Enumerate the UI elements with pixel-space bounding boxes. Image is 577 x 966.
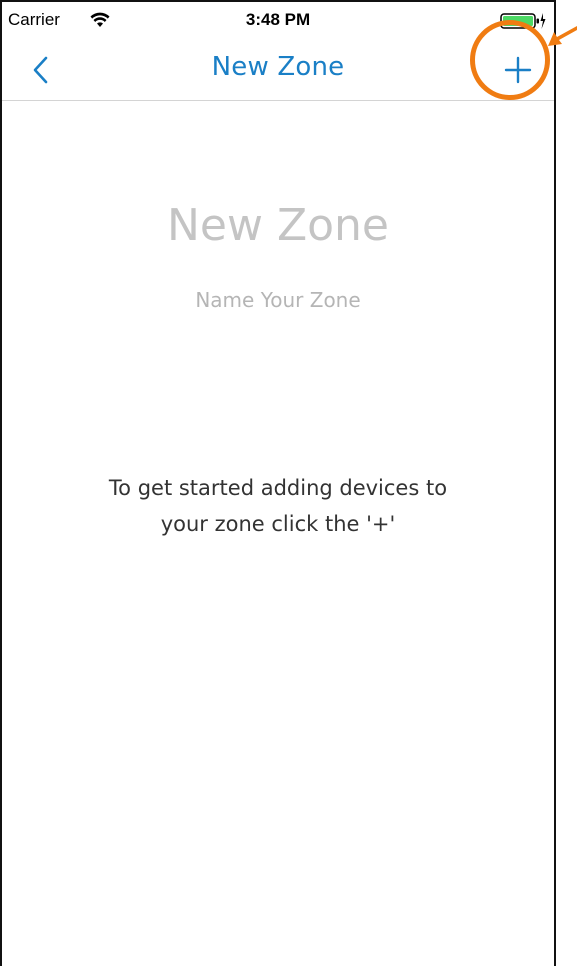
- phone-screen: Carrier 3:48 PM New Zone New Zone Name Y…: [0, 0, 556, 966]
- highlight-circle-annotation: [470, 20, 550, 100]
- status-time: 3:48 PM: [245, 10, 311, 29]
- zone-name-field[interactable]: Name Your Zone: [2, 288, 554, 312]
- zone-title: New Zone: [167, 200, 389, 251]
- status-bar: Carrier 3:48 PM: [2, 2, 554, 38]
- arrow-icon: [548, 26, 577, 46]
- instructions-text: To get started adding devices to your zo…: [108, 476, 448, 536]
